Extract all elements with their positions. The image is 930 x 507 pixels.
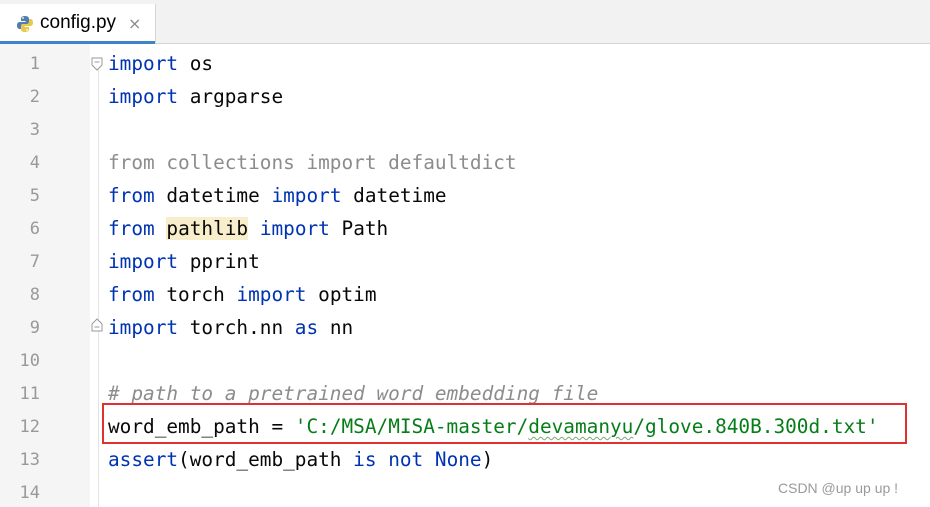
line-number: 13 — [19, 450, 40, 470]
editor-tab-bar: config.py × — [0, 0, 930, 44]
code-line-1[interactable]: import os — [108, 51, 213, 77]
fold-end-icon[interactable] — [91, 318, 103, 332]
keyword-as: as — [294, 316, 319, 339]
line-number: 11 — [19, 384, 40, 404]
tab-label: config.py — [40, 12, 117, 33]
csdn-watermark: CSDN @up up up ! — [778, 480, 899, 496]
line-number: 4 — [29, 153, 40, 173]
unused-import: from collections import defaultdict — [108, 151, 517, 174]
imported-name: datetime — [341, 184, 447, 207]
code-line-5[interactable]: from datetime import datetime — [108, 183, 447, 209]
code-line-4[interactable]: from collections import defaultdict — [108, 150, 517, 176]
module-name: torch — [154, 283, 237, 306]
highlighted-module-name: pathlib — [166, 217, 249, 240]
module-name: torch.nn — [178, 316, 295, 339]
line-number: 7 — [29, 252, 40, 272]
python-file-icon — [17, 16, 33, 32]
code-line-9[interactable]: import torch.nn as nn — [108, 315, 353, 341]
module-name: os — [178, 52, 214, 75]
keyword-import: import — [108, 250, 179, 273]
closing-paren: ) — [481, 448, 494, 471]
imported-name: Path — [329, 217, 389, 240]
fold-start-icon[interactable] — [91, 57, 103, 71]
module-name: pprint — [178, 250, 260, 273]
code-line-7[interactable]: import pprint — [108, 249, 260, 275]
keyword-import: import — [108, 85, 179, 108]
close-icon[interactable]: × — [128, 14, 141, 33]
fold-guide — [98, 58, 99, 507]
line-number: 8 — [29, 285, 40, 305]
line-number: 5 — [29, 186, 40, 206]
keyword-from: from — [108, 217, 155, 240]
keyword-import: import — [108, 52, 179, 75]
code-line-13[interactable]: assert(word_emb_path is not None) — [108, 447, 493, 473]
keyword-import: import — [259, 217, 330, 240]
line-number: 1 — [29, 54, 40, 74]
line-number: 10 — [19, 351, 40, 371]
keyword-import: import — [236, 283, 307, 306]
line-number: 9 — [29, 318, 40, 338]
keyword-from: from — [108, 184, 155, 207]
imported-name: optim — [306, 283, 377, 306]
code-line-2[interactable]: import argparse — [108, 84, 283, 110]
code-comment: # path to a pretrained word embedding fi… — [108, 382, 599, 405]
keyword-import: import — [108, 316, 179, 339]
assert-expression: (word_emb_path — [178, 448, 354, 471]
line-number: 14 — [19, 483, 40, 503]
keyword-is-not: is not — [353, 448, 424, 471]
module-name: datetime — [154, 184, 272, 207]
keyword-import: import — [271, 184, 342, 207]
tab-config-py[interactable]: config.py × — [0, 4, 156, 44]
line-number: 12 — [19, 417, 40, 437]
code-line-8[interactable]: from torch import optim — [108, 282, 377, 308]
line-number: 2 — [29, 87, 40, 107]
alias-name: nn — [318, 316, 354, 339]
keyword-assert: assert — [108, 448, 179, 471]
line-number: 3 — [29, 120, 40, 140]
keyword-from: from — [108, 283, 155, 306]
code-line-6[interactable]: from pathlib import Path — [108, 216, 388, 242]
line-number: 6 — [29, 219, 40, 239]
module-name: argparse — [178, 85, 284, 108]
keyword-none: None — [434, 448, 482, 471]
annotation-highlight-box — [102, 403, 907, 444]
